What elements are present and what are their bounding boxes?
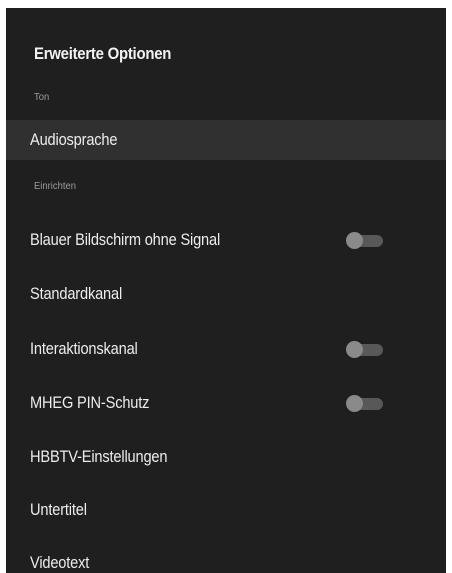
menu-item-audiosprache[interactable]: Audiosprache — [6, 120, 446, 160]
menu-item-hbbtv-einstellungen[interactable]: HBBTV-Einstellungen — [6, 437, 446, 477]
toggle-thumb — [346, 232, 363, 249]
menu-item-untertitel[interactable]: Untertitel — [6, 490, 446, 530]
menu-item-blauer-bildschirm[interactable]: Blauer Bildschirm ohne Signal — [6, 220, 446, 260]
section-header-ton: Ton — [34, 91, 50, 103]
menu-item-label: Standardkanal — [30, 284, 123, 303]
blauer-bildschirm-toggle[interactable] — [346, 232, 383, 249]
advanced-options-panel: Erweiterte Optionen Ton Audiosprache Ein… — [6, 8, 446, 573]
menu-item-label: Audiosprache — [30, 130, 118, 149]
menu-item-label: Blauer Bildschirm ohne Signal — [30, 230, 221, 249]
menu-item-label: MHEG PIN-Schutz — [30, 393, 150, 412]
menu-item-label: Untertitel — [30, 500, 87, 519]
menu-item-mheg-pin-schutz[interactable]: MHEG PIN-Schutz — [6, 383, 446, 423]
interaktionskanal-toggle[interactable] — [346, 341, 383, 358]
menu-item-interaktionskanal[interactable]: Interaktionskanal — [6, 329, 446, 369]
toggle-thumb — [346, 395, 363, 412]
menu-item-label: Interaktionskanal — [30, 339, 138, 358]
section-header-einrichten: Einrichten — [34, 180, 77, 192]
menu-item-label: HBBTV-Einstellungen — [30, 447, 168, 466]
mheg-pin-schutz-toggle[interactable] — [346, 395, 383, 412]
menu-item-standardkanal[interactable]: Standardkanal — [6, 274, 446, 314]
menu-item-videotext[interactable]: Videotext — [6, 543, 446, 573]
menu-item-label: Videotext — [30, 553, 90, 572]
toggle-thumb — [346, 341, 363, 358]
panel-title: Erweiterte Optionen — [34, 44, 172, 63]
